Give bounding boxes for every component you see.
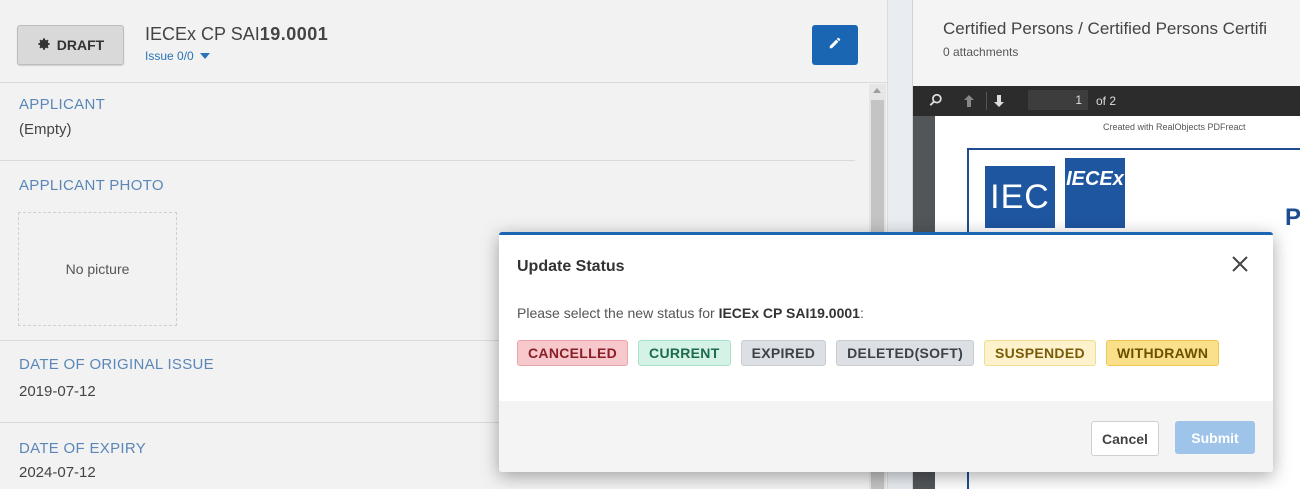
photo-placeholder[interactable]: No picture — [18, 212, 177, 326]
modal-message-target: IECEx CP SAI19.0001 — [718, 305, 860, 321]
applicant-label: APPLICANT — [19, 96, 106, 113]
pdf-created-with: Created with RealObjects PDFreact — [1103, 122, 1246, 132]
search-icon[interactable] — [929, 93, 943, 112]
modal-message-suffix: : — [859, 305, 864, 321]
arrow-down-icon[interactable] — [993, 94, 1005, 113]
status-option-deleted-soft[interactable]: DELETED(SOFT) — [836, 340, 975, 366]
chevron-down-icon — [199, 53, 210, 59]
issue-label: Issue 0/0 — [145, 49, 194, 63]
original-issue-label: DATE OF ORIGINAL ISSUE — [19, 356, 214, 373]
no-picture-text: No picture — [65, 261, 130, 277]
toolbar-separator — [986, 92, 987, 110]
pdf-toolbar: 1 of 2 — [913, 86, 1300, 116]
status-options: CANCELLED CURRENT EXPIRED DELETED(SOFT) SUSP… — [517, 340, 1220, 366]
close-icon[interactable] — [1229, 255, 1251, 277]
modal-message: Please select the new status for IECEx C… — [517, 305, 864, 321]
attachments-title: Certified Persons / Certified Persons Ce… — [943, 19, 1268, 38]
pdf-heading-fragment: P — [1285, 204, 1300, 231]
page-number-input[interactable]: 1 — [1028, 90, 1088, 110]
modal-message-prefix: Please select the new status for — [517, 305, 719, 321]
applicant-photo-label: APPLICANT PHOTO — [19, 177, 164, 194]
scroll-up-icon[interactable] — [873, 88, 881, 93]
draft-status-button[interactable]: DRAFT — [17, 25, 124, 65]
page-total: of 2 — [1096, 94, 1117, 108]
modal-title: Update Status — [517, 258, 625, 275]
record-title-prefix: IECEx CP SAI — [145, 24, 260, 44]
status-option-suspended[interactable]: SUSPENDED — [984, 340, 1096, 366]
edit-button[interactable] — [812, 25, 858, 65]
modal-footer: Cancel Submit — [499, 401, 1273, 472]
record-title: IECEx CP SAI19.0001 — [145, 24, 328, 45]
iecex-logo: IECEx — [1065, 158, 1125, 228]
applicant-field: APPLICANT (Empty) — [0, 83, 855, 161]
status-option-withdrawn[interactable]: WITHDRAWN — [1105, 340, 1220, 366]
applicant-value: (Empty) — [19, 121, 72, 138]
arrow-up-icon[interactable] — [963, 94, 975, 113]
record-title-number: 19.0001 — [259, 24, 329, 44]
status-option-expired[interactable]: EXPIRED — [740, 340, 827, 366]
record-header: DRAFT IECEx CP SAI19.0001 Issue 0/0 — [0, 0, 887, 83]
gear-icon — [37, 37, 51, 54]
cancel-button[interactable]: Cancel — [1091, 421, 1159, 456]
issue-dropdown[interactable]: Issue 0/0 — [145, 49, 210, 63]
pencil-icon — [828, 36, 842, 55]
submit-button[interactable]: Submit — [1175, 421, 1255, 454]
expiry-value: 2024-07-12 — [19, 464, 96, 481]
original-issue-value: 2019-07-12 — [19, 383, 96, 400]
status-option-current[interactable]: CURRENT — [638, 340, 731, 366]
update-status-modal: Update Status Please select the new stat… — [499, 232, 1273, 472]
iec-logo: IEC — [985, 166, 1055, 228]
attachments-count: 0 attachments — [943, 45, 1019, 59]
expiry-label: DATE OF EXPIRY — [19, 440, 147, 457]
draft-label: DRAFT — [56, 37, 105, 53]
status-option-cancelled[interactable]: CANCELLED — [517, 340, 629, 366]
